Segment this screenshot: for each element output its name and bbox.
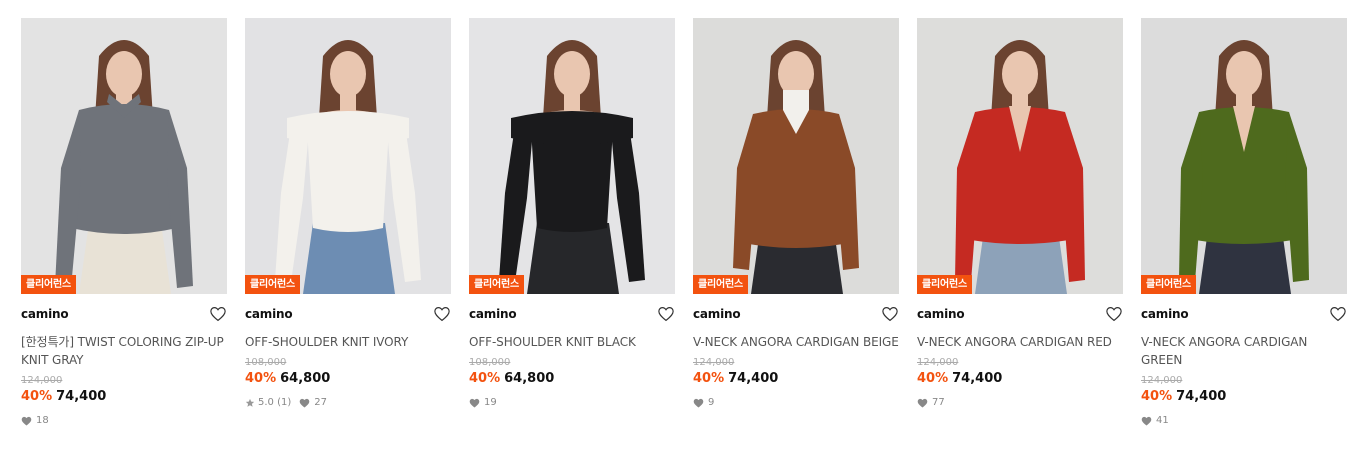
like-count: 19 (484, 397, 497, 408)
product-meta: 19 (469, 397, 675, 409)
like-count: 18 (36, 415, 49, 426)
wishlist-heart-icon[interactable] (881, 305, 899, 323)
product-meta: 9 (693, 397, 899, 409)
likes: 41 (1141, 415, 1169, 427)
clearance-badge: 클리어런스 (245, 275, 300, 294)
like-count-heart-icon (469, 398, 480, 408)
price-row: 40% 64,800 (469, 370, 675, 388)
rating-value: 5.0 (1) (258, 397, 292, 408)
original-price: 108,000 (245, 357, 287, 368)
original-price: 124,000 (21, 375, 63, 386)
rating: 5.0 (1) (245, 397, 291, 409)
product-image[interactable]: 클리어런스 (245, 18, 451, 294)
product-meta: 41 (1141, 415, 1347, 427)
product-card-6[interactable]: 클리어런스 camino V-NECK ANGORA CARDIGAN GREE… (1141, 18, 1347, 427)
price-row: 40% 74,400 (1141, 388, 1347, 406)
like-count-heart-icon (21, 416, 32, 426)
likes: 18 (21, 415, 49, 427)
product-image[interactable]: 클리어런스 (469, 18, 675, 294)
likes: 9 (693, 397, 714, 409)
clearance-badge: 클리어런스 (21, 275, 76, 294)
sale-price: 74,400 (952, 371, 1003, 386)
product-name[interactable]: [한정특가] TWIST COLORING ZIP-UP KNIT GRAY (21, 333, 227, 369)
product-card-1[interactable]: 클리어런스 camino [한정특가] TWIST COLORING ZIP-U… (21, 18, 227, 427)
likes: 77 (917, 397, 945, 409)
wishlist-heart-icon[interactable] (657, 305, 675, 323)
discount-rate: 40% (469, 371, 501, 386)
price-row: 40% 74,400 (917, 370, 1123, 388)
product-meta: 5.0 (1) 27 (245, 397, 451, 409)
product-name[interactable]: OFF-SHOULDER KNIT IVORY (245, 333, 451, 351)
like-count: 27 (314, 397, 327, 408)
original-price: 108,000 (469, 357, 511, 368)
sale-price: 74,400 (56, 389, 107, 404)
product-card-4[interactable]: 클리어런스 camino V-NECK ANGORA CARDIGAN BEIG… (693, 18, 899, 427)
product-card-2[interactable]: 클리어런스 camino OFF-SHOULDER KNIT IVORY 108… (245, 18, 451, 427)
like-count-heart-icon (917, 398, 928, 408)
clearance-badge: 클리어런스 (1141, 275, 1196, 294)
product-photo (245, 18, 451, 294)
product-image[interactable]: 클리어런스 (693, 18, 899, 294)
like-count: 9 (708, 397, 715, 408)
product-name[interactable]: OFF-SHOULDER KNIT BLACK (469, 333, 675, 351)
product-photo (21, 18, 227, 294)
like-count: 41 (1156, 415, 1169, 426)
brand-name[interactable]: camino (917, 307, 965, 321)
sale-price: 64,800 (504, 371, 555, 386)
discount-rate: 40% (917, 371, 949, 386)
price-row: 40% 74,400 (693, 370, 899, 388)
product-image[interactable]: 클리어런스 (917, 18, 1123, 294)
brand-name[interactable]: camino (245, 307, 293, 321)
like-count-heart-icon (299, 398, 310, 408)
product-name[interactable]: V-NECK ANGORA CARDIGAN BEIGE (693, 333, 899, 351)
sale-price: 74,400 (728, 371, 779, 386)
discount-rate: 40% (1141, 389, 1173, 404)
price-row: 40% 64,800 (245, 370, 451, 388)
product-meta: 77 (917, 397, 1123, 409)
like-count: 77 (932, 397, 945, 408)
wishlist-heart-icon[interactable] (209, 305, 227, 323)
product-name[interactable]: V-NECK ANGORA CARDIGAN GREEN (1141, 333, 1347, 369)
wishlist-heart-icon[interactable] (1329, 305, 1347, 323)
discount-rate: 40% (693, 371, 725, 386)
clearance-badge: 클리어런스 (693, 275, 748, 294)
product-photo (693, 18, 899, 294)
likes: 19 (469, 397, 497, 409)
price-row: 40% 74,400 (21, 388, 227, 406)
product-card-5[interactable]: 클리어런스 camino V-NECK ANGORA CARDIGAN RED … (917, 18, 1123, 427)
discount-rate: 40% (21, 389, 53, 404)
wishlist-heart-icon[interactable] (1105, 305, 1123, 323)
product-grid: 클리어런스 camino [한정특가] TWIST COLORING ZIP-U… (21, 18, 1347, 427)
sale-price: 74,400 (1176, 389, 1227, 404)
discount-rate: 40% (245, 371, 277, 386)
product-name[interactable]: V-NECK ANGORA CARDIGAN RED (917, 333, 1123, 351)
original-price: 124,000 (1141, 375, 1183, 386)
like-count-heart-icon (1141, 416, 1152, 426)
clearance-badge: 클리어런스 (917, 275, 972, 294)
wishlist-heart-icon[interactable] (433, 305, 451, 323)
product-image[interactable]: 클리어런스 (21, 18, 227, 294)
product-photo (1141, 18, 1347, 294)
original-price: 124,000 (917, 357, 959, 368)
likes: 27 (299, 397, 327, 409)
clearance-badge: 클리어런스 (469, 275, 524, 294)
brand-name[interactable]: camino (469, 307, 517, 321)
product-photo (917, 18, 1123, 294)
original-price: 124,000 (693, 357, 735, 368)
brand-name[interactable]: camino (693, 307, 741, 321)
product-card-3[interactable]: 클리어런스 camino OFF-SHOULDER KNIT BLACK 108… (469, 18, 675, 427)
brand-name[interactable]: camino (1141, 307, 1189, 321)
product-image[interactable]: 클리어런스 (1141, 18, 1347, 294)
sale-price: 64,800 (280, 371, 331, 386)
product-meta: 18 (21, 415, 227, 427)
star-icon (245, 398, 255, 407)
like-count-heart-icon (693, 398, 704, 408)
brand-name[interactable]: camino (21, 307, 69, 321)
product-photo (469, 18, 675, 294)
